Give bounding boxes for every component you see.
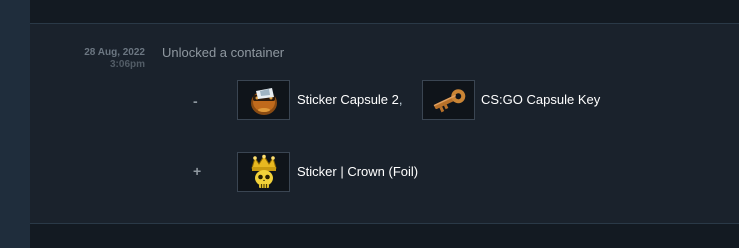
sticker-capsule-image: [250, 88, 277, 115]
item-name-crown-sticker[interactable]: Sticker | Crown (Foil): [297, 164, 418, 179]
event-date-day: 28 Aug, 2022: [84, 47, 145, 58]
crown-sticker-icon[interactable]: [237, 152, 290, 192]
event-date: 28 Aug, 2022 3:06pm: [84, 47, 145, 71]
event-time: 3:06pm: [109, 59, 145, 70]
item-name-capsule-key[interactable]: CS:GO Capsule Key: [481, 92, 600, 107]
item-separator: ,: [398, 92, 403, 107]
item-name-sticker-capsule-text: Sticker Capsule 2: [297, 92, 399, 107]
left-rail: [0, 0, 30, 248]
event-description: Unlocked a container: [162, 45, 285, 60]
item-name-sticker-capsule[interactable]: Sticker Capsule 2,: [297, 92, 403, 107]
capsule-key-icon[interactable]: [422, 80, 475, 120]
trade-history-row: 28 Aug, 2022 3:06pm Unlocked a container…: [30, 23, 739, 224]
previous-row: [30, 0, 739, 23]
crown-sticker-image: [250, 154, 277, 188]
next-row: [30, 224, 739, 248]
sticker-capsule-icon[interactable]: [237, 80, 290, 120]
added-sign: +: [193, 163, 202, 179]
removed-sign: -: [193, 93, 198, 109]
capsule-key-image: [433, 89, 465, 113]
